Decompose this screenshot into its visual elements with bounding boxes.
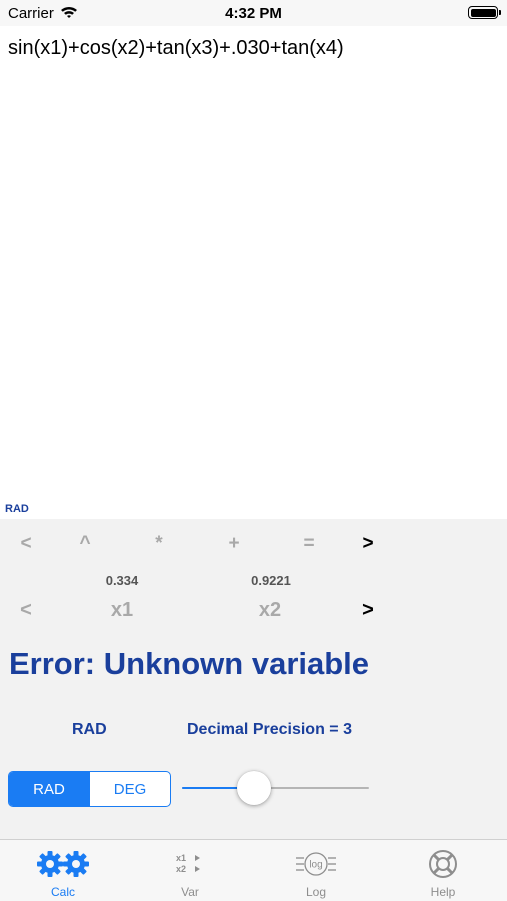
operator-scroll-left-button[interactable]: < bbox=[16, 533, 36, 555]
tab-calc-label: Calc bbox=[50, 885, 75, 899]
svg-text:log: log bbox=[309, 860, 322, 871]
tab-help-label: Help bbox=[430, 885, 456, 899]
tab-log-label: Log bbox=[305, 885, 327, 899]
deg-segment[interactable]: DEG bbox=[89, 772, 170, 806]
power-key[interactable]: ^ bbox=[75, 533, 95, 555]
slider-thumb[interactable] bbox=[237, 771, 272, 805]
angle-mode-indicator: RAD bbox=[5, 503, 29, 515]
tab-bar: Calc x1 x2 Var log Log Help bbox=[0, 839, 507, 901]
plus-key[interactable]: + bbox=[224, 533, 244, 555]
tab-help[interactable]: Help bbox=[380, 840, 506, 901]
angle-unit-segmented-control: RAD DEG bbox=[8, 771, 171, 807]
variables-icon: x1 x2 bbox=[127, 848, 253, 880]
expression-display[interactable]: sin(x1)+cos(x2)+tan(x3)+.030+tan(x4) bbox=[8, 37, 344, 60]
decimal-precision-label: Decimal Precision = 3 bbox=[187, 721, 352, 738]
variable-value-x1: 0.334 bbox=[105, 573, 139, 588]
tab-var[interactable]: x1 x2 Var bbox=[127, 840, 253, 901]
gears-icon bbox=[0, 848, 126, 880]
result-error-message: Error: Unknown variable bbox=[9, 646, 370, 681]
log-icon: log bbox=[253, 848, 379, 880]
battery-icon bbox=[468, 6, 501, 19]
variable-scroll-left-button[interactable]: < bbox=[16, 599, 36, 622]
status-bar: Carrier 4:32 PM bbox=[0, 0, 507, 26]
variable-scroll-right-button[interactable]: > bbox=[358, 599, 378, 622]
tab-calc[interactable]: Calc bbox=[0, 840, 126, 901]
rad-segment[interactable]: RAD bbox=[9, 772, 89, 806]
multiply-key[interactable]: * bbox=[149, 533, 169, 555]
svg-text:x2: x2 bbox=[176, 864, 186, 874]
svg-text:x1: x1 bbox=[176, 853, 186, 863]
precision-slider[interactable] bbox=[182, 768, 369, 808]
variable-key-x1[interactable]: x1 bbox=[102, 599, 142, 622]
lifebuoy-icon bbox=[380, 848, 506, 880]
operator-scroll-right-button[interactable]: > bbox=[358, 533, 378, 555]
tab-var-label: Var bbox=[181, 885, 199, 899]
mode-info-label: RAD bbox=[72, 721, 107, 738]
tab-log[interactable]: log Log bbox=[253, 840, 379, 901]
variable-value-x2: 0.9221 bbox=[251, 573, 291, 588]
variable-key-x2[interactable]: x2 bbox=[250, 599, 290, 622]
status-time: 4:32 PM bbox=[225, 5, 282, 22]
equals-key[interactable]: = bbox=[299, 533, 319, 555]
